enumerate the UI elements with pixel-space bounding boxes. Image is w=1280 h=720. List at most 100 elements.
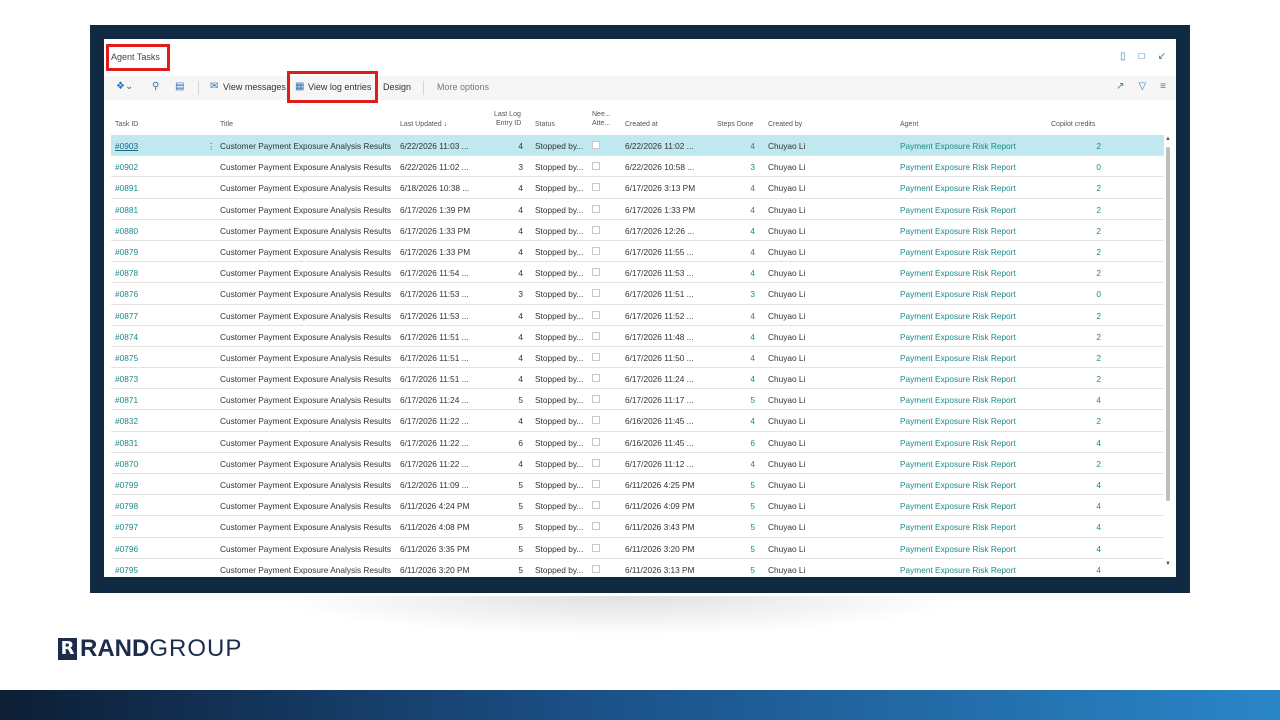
needs-attention-checkbox[interactable] xyxy=(592,268,600,277)
copilot-icon[interactable]: ❖⌄ xyxy=(116,81,133,92)
task-id-link[interactable]: #0799 xyxy=(115,480,138,490)
agent-link[interactable]: Payment Exposure Risk Report xyxy=(900,247,1016,257)
needs-attention-checkbox[interactable] xyxy=(592,416,600,425)
needs-attention-checkbox[interactable] xyxy=(592,543,600,552)
table-row[interactable]: #0797 Customer Payment Exposure Analysis … xyxy=(111,516,1164,538)
col-needs-attention-1[interactable]: Nee... xyxy=(592,111,611,119)
steps-done[interactable]: 5 xyxy=(727,565,755,575)
copilot-credits[interactable]: 2 xyxy=(1071,183,1101,193)
agent-link[interactable]: Payment Exposure Risk Report xyxy=(900,374,1016,384)
table-row[interactable]: #0880 Customer Payment Exposure Analysis … xyxy=(111,220,1164,241)
col-title[interactable]: Title xyxy=(220,121,233,129)
filter-icon[interactable]: ▽ xyxy=(1138,81,1146,92)
steps-done[interactable]: 4 xyxy=(727,311,755,321)
col-agent[interactable]: Agent xyxy=(900,121,918,129)
steps-done[interactable]: 5 xyxy=(727,522,755,532)
steps-done[interactable]: 5 xyxy=(727,480,755,490)
steps-done[interactable]: 3 xyxy=(727,162,755,172)
col-last-updated[interactable]: Last Updated ↓ xyxy=(400,121,447,129)
copilot-credits[interactable]: 2 xyxy=(1071,247,1101,257)
copilot-credits[interactable]: 2 xyxy=(1071,332,1101,342)
task-id-link[interactable]: #0831 xyxy=(115,438,138,448)
table-row[interactable]: #0831 Customer Payment Exposure Analysis … xyxy=(111,432,1164,453)
task-id-link[interactable]: #0877 xyxy=(115,311,138,321)
search-icon[interactable]: ⚲ xyxy=(152,81,159,92)
task-id-link[interactable]: #0871 xyxy=(115,395,138,405)
needs-attention-checkbox[interactable] xyxy=(592,331,600,340)
table-row[interactable]: #0903 Customer Payment Exposure Analysis … xyxy=(111,135,1164,157)
needs-attention-checkbox[interactable] xyxy=(592,204,600,213)
steps-done[interactable]: 4 xyxy=(727,247,755,257)
copilot-credits[interactable]: 4 xyxy=(1071,544,1101,554)
copilot-credits[interactable]: 2 xyxy=(1071,141,1101,151)
view-messages-button[interactable]: View messages xyxy=(223,82,286,92)
agent-link[interactable]: Payment Exposure Risk Report xyxy=(900,522,1016,532)
steps-done[interactable]: 5 xyxy=(727,501,755,511)
open-new-icon[interactable]: □ xyxy=(1139,51,1145,62)
table-row[interactable]: #0879 Customer Payment Exposure Analysis … xyxy=(111,241,1164,263)
steps-done[interactable]: 4 xyxy=(727,141,755,151)
needs-attention-checkbox[interactable] xyxy=(592,395,600,404)
table-row[interactable]: #0878 Customer Payment Exposure Analysis … xyxy=(111,262,1164,284)
copilot-credits[interactable]: 2 xyxy=(1071,374,1101,384)
table-row[interactable]: #0877 Customer Payment Exposure Analysis … xyxy=(111,305,1164,326)
copilot-credits[interactable]: 2 xyxy=(1071,226,1101,236)
needs-attention-checkbox[interactable] xyxy=(592,458,600,467)
task-id-link[interactable]: #0881 xyxy=(115,205,138,215)
steps-done[interactable]: 4 xyxy=(727,416,755,426)
copilot-credits[interactable]: 0 xyxy=(1071,162,1101,172)
col-task-id[interactable]: Task ID xyxy=(115,121,138,129)
table-row[interactable]: #0875 Customer Payment Exposure Analysis … xyxy=(111,347,1164,369)
copilot-credits[interactable]: 0 xyxy=(1071,289,1101,299)
needs-attention-checkbox[interactable] xyxy=(592,141,600,149)
scroll-down-icon[interactable]: ▼ xyxy=(1165,561,1171,567)
copilot-credits[interactable]: 4 xyxy=(1071,438,1101,448)
table-row[interactable]: #0873 Customer Payment Exposure Analysis … xyxy=(111,368,1164,390)
row-menu-icon[interactable]: ⋮ xyxy=(207,141,215,151)
scrollbar-thumb[interactable] xyxy=(1166,147,1170,501)
task-id-link[interactable]: #0903 xyxy=(115,141,138,151)
steps-done[interactable]: 6 xyxy=(727,438,755,448)
design-button[interactable]: Design xyxy=(383,82,411,92)
copilot-credits[interactable]: 2 xyxy=(1071,311,1101,321)
copilot-credits[interactable]: 2 xyxy=(1071,416,1101,426)
task-id-link[interactable]: #0797 xyxy=(115,522,138,532)
table-row[interactable]: #0798 Customer Payment Exposure Analysis … xyxy=(111,495,1164,517)
needs-attention-checkbox[interactable] xyxy=(592,522,600,531)
needs-attention-checkbox[interactable] xyxy=(592,246,600,255)
copilot-credits[interactable]: 4 xyxy=(1071,501,1101,511)
steps-done[interactable]: 4 xyxy=(727,353,755,363)
copilot-credits[interactable]: 2 xyxy=(1071,268,1101,278)
table-row[interactable]: #0832 Customer Payment Exposure Analysis … xyxy=(111,410,1164,432)
needs-attention-checkbox[interactable] xyxy=(592,501,600,510)
agent-link[interactable]: Payment Exposure Risk Report xyxy=(900,459,1016,469)
col-copilot-credits[interactable]: Copilot credits xyxy=(1051,121,1095,129)
copilot-credits[interactable]: 2 xyxy=(1071,353,1101,363)
table-row[interactable]: #0871 Customer Payment Exposure Analysis … xyxy=(111,389,1164,411)
agent-link[interactable]: Payment Exposure Risk Report xyxy=(900,205,1016,215)
steps-done[interactable]: 4 xyxy=(727,459,755,469)
task-id-link[interactable]: #0798 xyxy=(115,501,138,511)
copilot-credits[interactable]: 4 xyxy=(1071,565,1101,575)
table-row[interactable]: #0881 Customer Payment Exposure Analysis … xyxy=(111,199,1164,220)
table-row[interactable]: #0902 Customer Payment Exposure Analysis … xyxy=(111,156,1164,178)
share-icon[interactable]: ↗ xyxy=(1116,81,1124,92)
needs-attention-checkbox[interactable] xyxy=(592,183,600,192)
list-icon[interactable]: ≡ xyxy=(1160,81,1166,92)
agent-link[interactable]: Payment Exposure Risk Report xyxy=(900,141,1016,151)
agent-link[interactable]: Payment Exposure Risk Report xyxy=(900,544,1016,554)
steps-done[interactable]: 5 xyxy=(727,395,755,405)
needs-attention-checkbox[interactable] xyxy=(592,310,600,319)
agent-link[interactable]: Payment Exposure Risk Report xyxy=(900,416,1016,426)
task-id-link[interactable]: #0873 xyxy=(115,374,138,384)
needs-attention-checkbox[interactable] xyxy=(592,352,600,361)
agent-link[interactable]: Payment Exposure Risk Report xyxy=(900,162,1016,172)
needs-attention-checkbox[interactable] xyxy=(592,564,600,573)
agent-link[interactable]: Payment Exposure Risk Report xyxy=(900,501,1016,511)
bookmark-icon[interactable]: ▯ xyxy=(1120,51,1126,62)
needs-attention-checkbox[interactable] xyxy=(592,374,600,383)
agent-link[interactable]: Payment Exposure Risk Report xyxy=(900,353,1016,363)
steps-done[interactable]: 4 xyxy=(727,183,755,193)
agent-link[interactable]: Payment Exposure Risk Report xyxy=(900,311,1016,321)
steps-done[interactable]: 4 xyxy=(727,332,755,342)
